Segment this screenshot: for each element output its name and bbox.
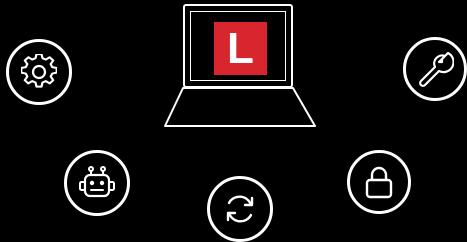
lock-circle <box>347 150 411 214</box>
brand-logo: L <box>214 22 267 75</box>
wrench-circle <box>403 37 467 101</box>
gear-icon <box>21 54 57 90</box>
robot-circle <box>64 150 130 216</box>
gear-circle <box>6 39 72 105</box>
illustration-canvas: L <box>0 0 467 242</box>
refresh-icon <box>222 191 258 227</box>
laptop-illustration: L <box>163 4 317 130</box>
lock-icon <box>361 164 397 200</box>
robot-icon <box>79 165 115 201</box>
refresh-circle <box>207 176 273 242</box>
laptop-base <box>164 87 316 127</box>
wrench-icon <box>416 50 454 88</box>
